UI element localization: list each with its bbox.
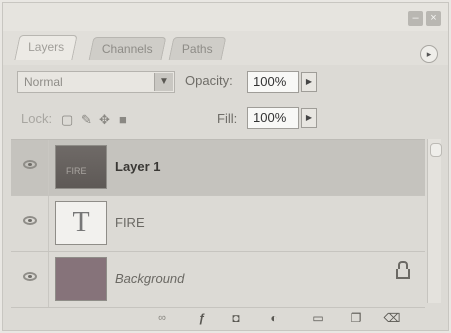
- new-layer-icon[interactable]: ❐: [347, 310, 365, 326]
- lock-move-icon[interactable]: ✥: [99, 112, 110, 128]
- tab-channels[interactable]: Channels: [88, 37, 167, 60]
- opacity-label: Opacity:: [185, 73, 233, 88]
- lock-transparent-icon[interactable]: ▢: [61, 112, 73, 128]
- layer-row-layer-1[interactable]: FIRE Layer 1: [11, 140, 425, 196]
- mask-icon[interactable]: ◘: [227, 310, 245, 326]
- fill-input[interactable]: 100%: [247, 107, 299, 129]
- lock-brush-icon[interactable]: ✎: [81, 112, 92, 128]
- adjustment-icon[interactable]: ◐: [265, 310, 283, 326]
- layers-panel: – × Layers Channels Paths ▸ Normal ▼ Opa…: [2, 2, 449, 331]
- close-icon[interactable]: ×: [426, 11, 441, 26]
- lock-icon: [396, 261, 410, 279]
- fx-icon[interactable]: ƒ: [193, 310, 211, 326]
- text-layer-thumbnail: T: [55, 201, 107, 245]
- visibility-eye-icon[interactable]: [23, 272, 37, 281]
- layer-name: Background: [115, 271, 185, 286]
- tab-paths[interactable]: Paths: [168, 37, 227, 60]
- layer-name: Layer 1: [115, 159, 161, 174]
- fill-label: Fill:: [217, 111, 238, 126]
- layer-thumbnail: [55, 257, 107, 301]
- layer-row-background[interactable]: Background: [11, 252, 425, 308]
- layer-name: FIRE: [115, 215, 145, 230]
- layer-thumbnail: FIRE: [55, 145, 107, 189]
- opacity-input[interactable]: 100%: [247, 71, 299, 93]
- bottom-toolbar: ∞ ƒ ◘ ◐ ▭ ❐ ⌫: [3, 305, 448, 331]
- layers-list: FIRE Layer 1 T FIRE Background: [11, 139, 425, 308]
- tab-layers[interactable]: Layers: [14, 35, 78, 60]
- chevron-down-icon[interactable]: ▼: [154, 73, 173, 91]
- trash-icon[interactable]: ⌫: [383, 310, 401, 326]
- scrollbar[interactable]: [427, 139, 442, 303]
- visibility-eye-icon[interactable]: [23, 160, 37, 169]
- tab-strip: Layers Channels Paths ▸: [3, 31, 448, 65]
- minimize-icon[interactable]: –: [408, 11, 423, 26]
- opacity-slider-button[interactable]: ▶: [301, 72, 317, 92]
- fill-slider-button[interactable]: ▶: [301, 108, 317, 128]
- lock-label: Lock:: [21, 111, 53, 126]
- visibility-eye-icon[interactable]: [23, 216, 37, 225]
- layer-row-fire[interactable]: T FIRE: [11, 196, 425, 252]
- folder-icon[interactable]: ▭: [309, 310, 327, 326]
- scroll-up-button[interactable]: [430, 143, 442, 157]
- thumbnail-text: FIRE: [66, 166, 87, 176]
- title-bar[interactable]: – ×: [3, 3, 448, 31]
- lock-all-icon[interactable]: ■: [119, 112, 127, 127]
- panel-menu-icon[interactable]: ▸: [420, 45, 438, 63]
- link-icon[interactable]: ∞: [151, 310, 173, 326]
- blend-mode-select[interactable]: Normal ▼: [17, 71, 175, 93]
